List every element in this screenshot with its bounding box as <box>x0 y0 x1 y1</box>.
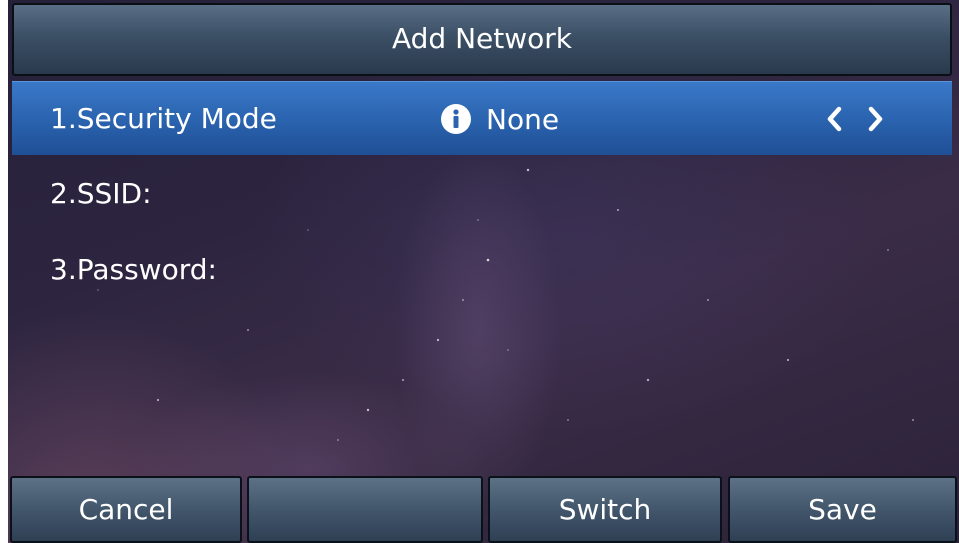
field-label: 3.Password: <box>50 253 217 286</box>
page-title: Add Network <box>391 22 573 55</box>
chevron-left-icon[interactable] <box>822 104 848 134</box>
title-bar: Add Network <box>12 3 952 76</box>
field-security-mode[interactable]: 1.Security Mode None <box>12 81 952 155</box>
security-mode-value: None <box>440 82 559 156</box>
field-value: None <box>486 102 560 136</box>
phone-screen: Add Network 1.Security Mode None 2.SSID:… <box>8 0 959 543</box>
field-password[interactable]: 3.Password: <box>12 233 952 307</box>
softkey-bar: Cancel Switch Save <box>8 476 959 543</box>
cancel-button[interactable]: Cancel <box>10 476 242 543</box>
field-label: 2.SSID: <box>50 177 152 210</box>
save-button[interactable]: Save <box>728 476 957 543</box>
empty-softkey[interactable] <box>247 476 483 543</box>
info-icon[interactable] <box>440 103 472 135</box>
switch-button[interactable]: Switch <box>488 476 722 543</box>
value-switcher <box>822 82 888 156</box>
field-label: 1.Security Mode <box>50 102 277 135</box>
chevron-right-icon[interactable] <box>862 104 888 134</box>
field-ssid[interactable]: 2.SSID: <box>12 157 952 231</box>
